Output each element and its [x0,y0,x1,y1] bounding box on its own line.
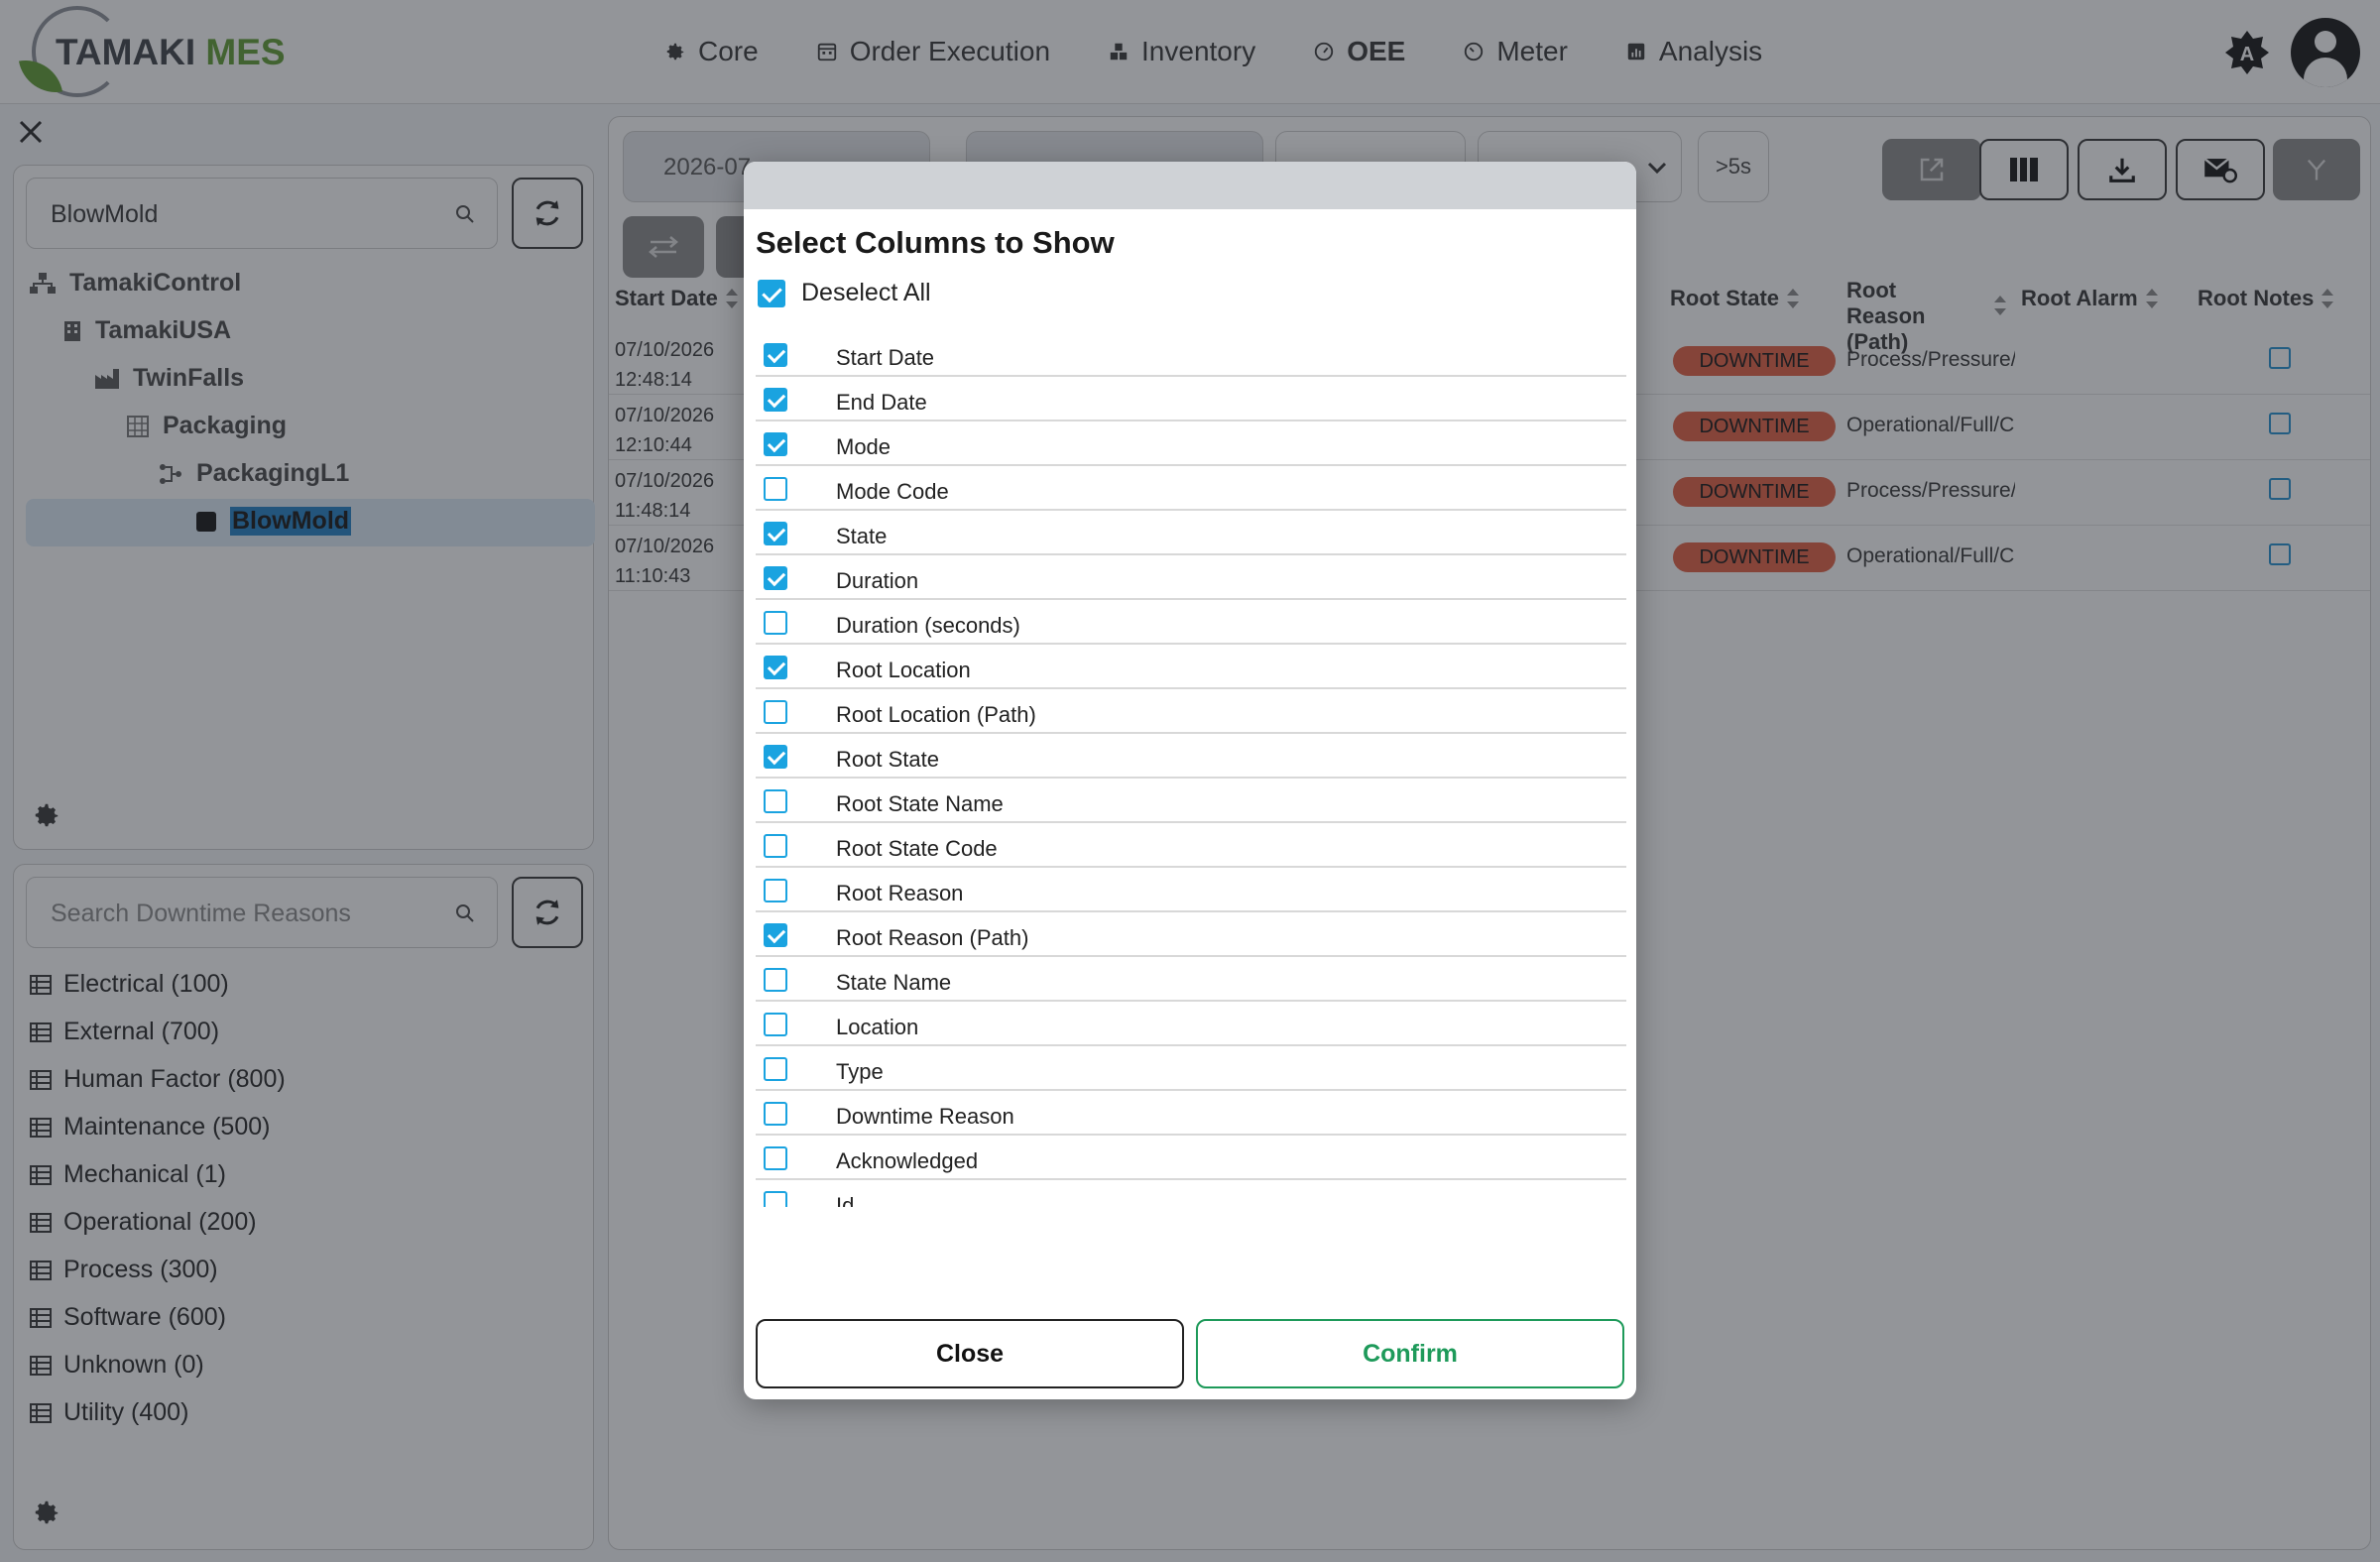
column-option-label: Acknowledged [836,1148,979,1173]
column-option-row[interactable]: Root Reason (Path) [756,912,1626,957]
column-option-label: Downtime Reason [836,1104,1014,1129]
column-option-label: Root State [836,747,939,772]
column-option-label: State Name [836,970,952,995]
column-option-label: Root Location [836,658,971,682]
column-option-label: Mode [836,434,892,459]
column-option-row[interactable]: Root State [756,734,1626,779]
column-checkbox[interactable] [764,834,787,858]
close-button[interactable]: Close [756,1319,1184,1388]
column-checkbox[interactable] [764,1102,787,1126]
column-checkbox[interactable] [764,388,787,412]
deselect-all-toggle[interactable]: Deselect All [758,279,931,307]
confirm-button[interactable]: Confirm [1196,1319,1624,1388]
column-checkbox[interactable] [764,522,787,545]
column-option-row[interactable]: Duration (seconds) [756,600,1626,645]
column-option-row[interactable]: Root Location [756,645,1626,689]
column-option-row[interactable]: Downtime Reason [756,1091,1626,1136]
modal-header-strip [744,162,1636,209]
column-option-row[interactable]: Root Reason [756,868,1626,912]
column-checkbox-list[interactable]: Start Date End Date Mode Mode Code State Dura… [756,332,1626,1207]
column-checkbox[interactable] [764,700,787,724]
column-option-row[interactable]: State Name [756,957,1626,1002]
column-checkbox[interactable] [764,656,787,679]
column-option-row[interactable]: Type [756,1046,1626,1091]
column-option-row[interactable]: Duration [756,555,1626,600]
column-option-label: Id [836,1193,855,1207]
column-option-row[interactable]: Acknowledged [756,1136,1626,1180]
column-option-row[interactable]: Mode [756,421,1626,466]
column-checkbox[interactable] [764,566,787,590]
column-checkbox[interactable] [764,1146,787,1170]
column-checkbox[interactable] [764,611,787,635]
column-option-row[interactable]: Location [756,1002,1626,1046]
column-checkbox[interactable] [764,343,787,367]
column-checkbox[interactable] [764,923,787,947]
column-option-label: Type [836,1059,884,1084]
column-option-label: Mode Code [836,479,949,504]
column-option-label: Start Date [836,345,935,370]
column-option-label: Location [836,1015,919,1039]
column-checkbox[interactable] [764,789,787,813]
column-option-label: Duration [836,568,919,593]
column-option-row[interactable]: End Date [756,377,1626,421]
deselect-all-label: Deselect All [801,279,931,306]
column-option-label: Root State Code [836,836,998,861]
column-option-label: End Date [836,390,927,415]
column-checkbox[interactable] [764,1013,787,1036]
column-checkbox[interactable] [764,968,787,992]
column-checkbox[interactable] [764,1057,787,1081]
column-checkbox[interactable] [764,1191,787,1207]
column-option-label: Root Reason [836,881,964,905]
column-option-row[interactable]: Root Location (Path) [756,689,1626,734]
column-option-label: Duration (seconds) [836,613,1020,638]
column-option-row[interactable]: Mode Code [756,466,1626,511]
column-option-row[interactable]: State [756,511,1626,555]
deselect-all-checkbox[interactable] [758,279,785,307]
column-option-row[interactable]: Root State Name [756,779,1626,823]
column-checkbox[interactable] [764,879,787,902]
column-option-label: Root Reason (Path) [836,925,1029,950]
column-checkbox[interactable] [764,477,787,501]
column-option-label: State [836,524,888,548]
column-option-row[interactable]: Start Date [756,332,1626,377]
column-option-row[interactable]: Id [756,1180,1626,1207]
column-checkbox[interactable] [764,432,787,456]
column-option-row[interactable]: Root State Code [756,823,1626,868]
column-option-label: Root State Name [836,791,1004,816]
select-columns-modal: Select Columns to Show Deselect All Star… [744,162,1636,1399]
modal-title: Select Columns to Show [756,225,1115,260]
column-option-label: Root Location (Path) [836,702,1036,727]
column-checkbox[interactable] [764,745,787,769]
